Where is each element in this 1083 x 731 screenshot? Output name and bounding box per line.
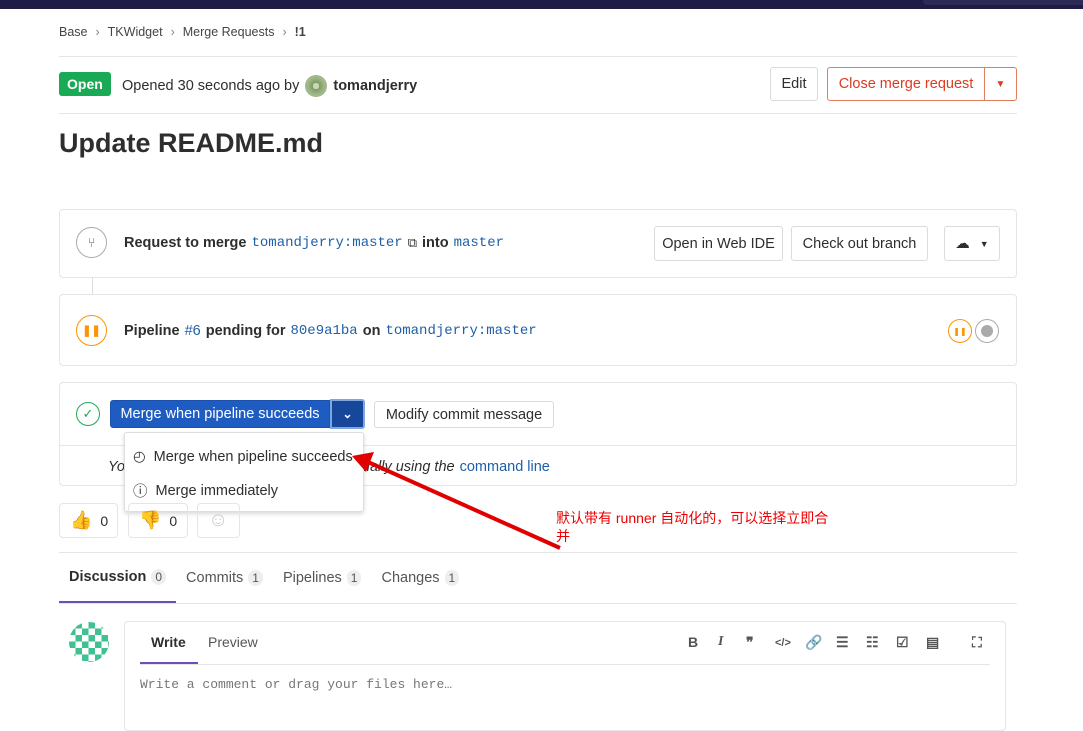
annotation-note: 默认带有 runner 自动化的，可以选择立即合并 bbox=[556, 510, 829, 544]
annotation-arrow bbox=[352, 452, 561, 550]
stage-pending-icon[interactable]: ❚❚ bbox=[948, 319, 972, 343]
